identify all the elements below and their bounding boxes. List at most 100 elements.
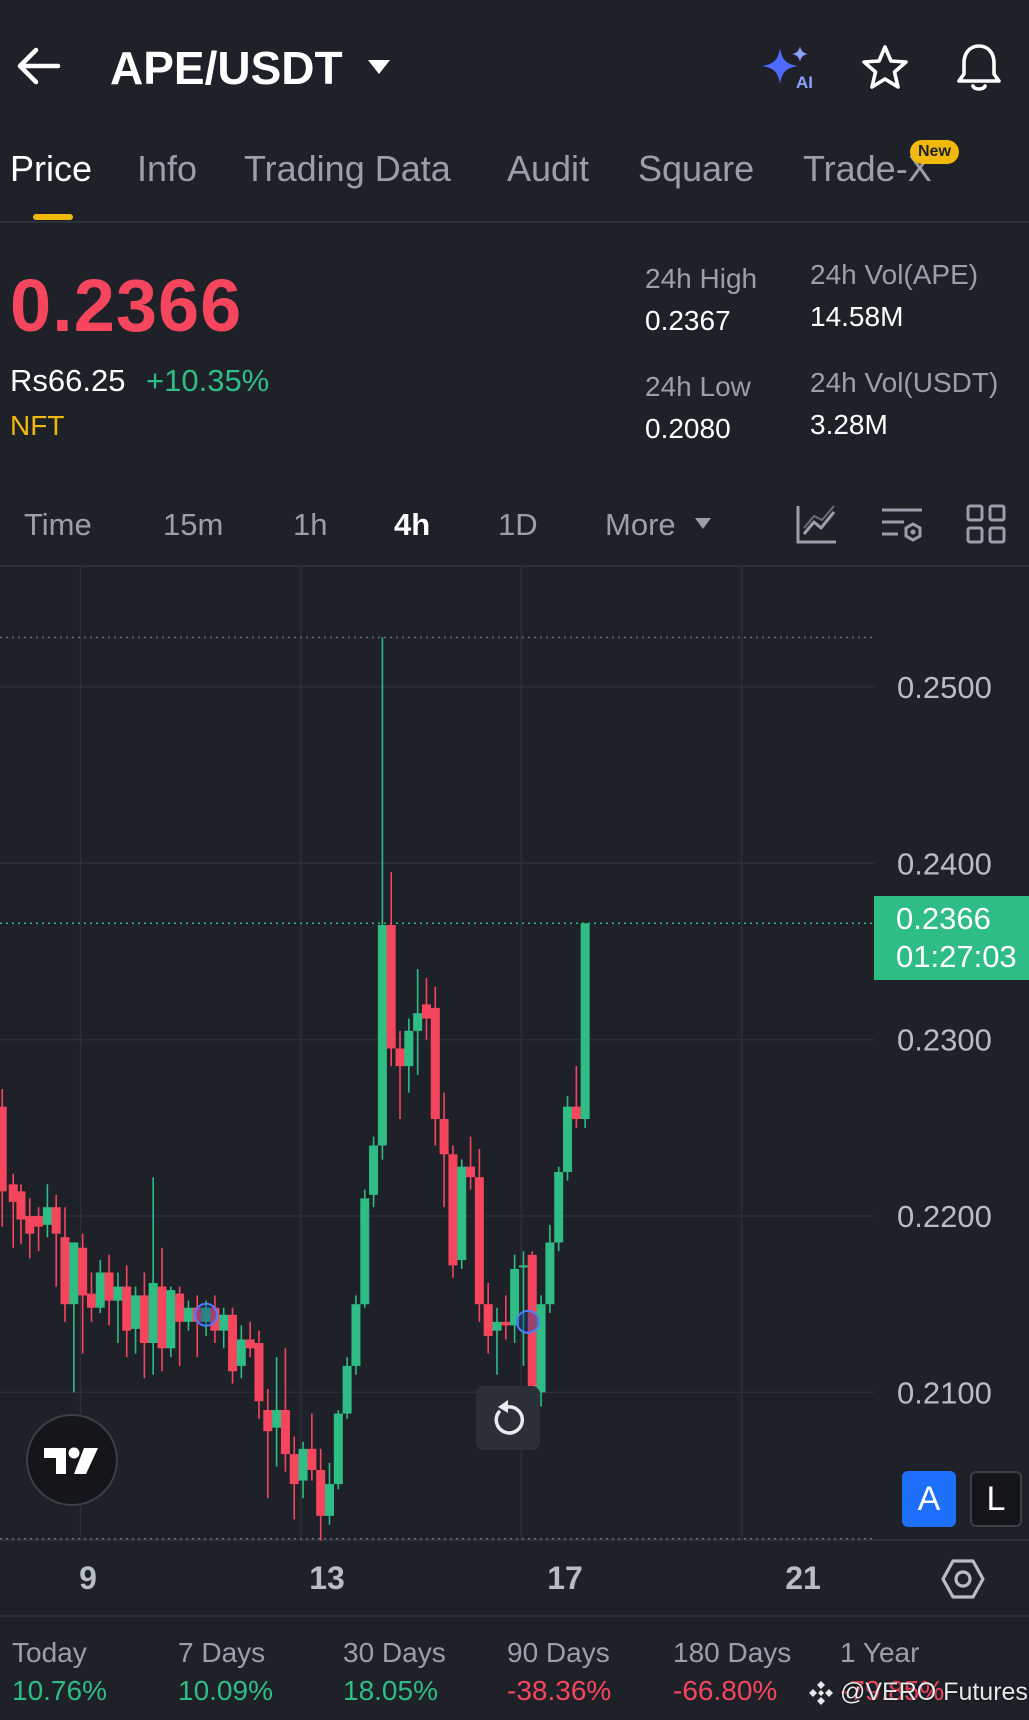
low-label: 24h Low [645,371,751,402]
trade-marker [194,1302,219,1327]
candle-body [166,1290,176,1349]
tradingview-logo[interactable] [26,1414,118,1506]
ai-label: AI [796,73,813,90]
candle-body [219,1314,229,1331]
candle-body [254,1343,264,1402]
y-tick-label: 0.2500 [897,670,992,705]
vol-ape-label: 24h Vol(APE) [810,259,979,290]
tabs-divider [0,221,1029,223]
candle-body [457,1166,467,1261]
bell-icon[interactable] [954,42,1004,94]
interval-1d[interactable]: 1D [498,506,538,544]
candle-body [0,1106,7,1192]
tab-trading-data[interactable]: Trading Data [244,148,451,190]
interval-1h[interactable]: 1h [293,506,327,544]
high-label: 24h High [645,263,758,294]
candle-body [131,1295,141,1329]
candle-body [307,1448,317,1470]
candle-body [42,1207,52,1225]
perf-value-7d: 10.09% [178,1675,273,1706]
vol-usdt-label: 24h Vol(USDT) [810,367,999,398]
candle-body [60,1237,70,1305]
candle-body [545,1242,555,1305]
settings-hexagon-icon[interactable] [940,1556,986,1602]
tab-info[interactable]: Info [137,148,197,190]
indicator-icon[interactable] [794,502,838,546]
trade-marker [515,1309,540,1334]
candle-body [245,1339,255,1349]
candle-body [324,1484,334,1516]
candle-body [25,1216,35,1234]
candle-body [316,1469,326,1516]
perf-label-today: Today [12,1637,87,1668]
candle-body [95,1272,105,1308]
candle-body [360,1198,370,1305]
watermark-logo-icon [809,1681,833,1705]
y-tick-label: 0.2300 [897,1023,992,1058]
candle-body [236,1339,246,1366]
candle-body [86,1293,96,1308]
candle-body [342,1365,352,1414]
candle-body [139,1295,149,1343]
candle-body [228,1314,238,1372]
candle-body [395,1048,405,1067]
vol-ape-value: 14.58M [810,301,904,332]
x-tick-label: 9 [79,1560,97,1596]
performance-divider [0,1615,1029,1617]
auto-scale-button[interactable]: A [902,1471,956,1527]
perf-value-180d: -66.80% [673,1675,778,1706]
perf-label-30d: 30 Days [343,1637,446,1668]
candle-body [474,1177,484,1305]
chart-settings-icon[interactable] [880,502,924,546]
candle-body [554,1171,564,1243]
candle-body [104,1272,114,1301]
caret-down-icon[interactable] [366,58,392,76]
candle-body [183,1307,193,1322]
ai-sparkle-icon[interactable]: AI [760,44,818,90]
candle-body [263,1410,273,1432]
y-tick-label: 0.2400 [897,846,992,881]
candle-countdown: 01:27:03 [896,939,1017,974]
tab-square[interactable]: Square [638,148,754,190]
log-scale-button[interactable]: L [970,1471,1022,1527]
tradingview-logo-icon [44,1447,98,1474]
last-price: 0.2366 [10,264,243,347]
interval-more[interactable]: More [605,506,676,544]
interval-15m[interactable]: 15m [163,506,223,544]
interval-time[interactable]: Time [24,506,92,544]
candle-body [404,1030,414,1067]
candle-body [122,1286,132,1331]
candle-body [518,1265,528,1268]
candle-body [69,1242,79,1305]
local-currency-price: Rs66.25 [10,363,126,398]
candle-body [448,1154,458,1266]
pair-title[interactable]: APE/USDT [110,40,343,96]
star-icon[interactable] [860,44,910,92]
y-tick-label: 0.2200 [897,1199,992,1234]
vol-usdt-value: 3.28M [810,409,888,440]
new-badge: New [910,140,959,164]
category-tag[interactable]: NFT [10,409,64,443]
more-caret-icon[interactable] [694,517,712,531]
back-arrow-icon[interactable] [14,44,64,88]
reset-chart-button[interactable] [476,1386,540,1450]
perf-value-30d: 18.05% [343,1675,438,1706]
candle-body [430,1007,440,1120]
price-change-percent: +10.35% [146,363,270,398]
x-tick-label: 21 [785,1560,821,1596]
active-tab-indicator [33,214,73,220]
candle-body [563,1106,573,1172]
interval-4h[interactable]: 4h [394,506,430,544]
candle-body [421,1004,431,1019]
candle-body [289,1454,299,1485]
current-price-label: 0.2366 [896,901,991,936]
perf-value-90d: -38.36% [507,1675,612,1706]
tab-price[interactable]: Price [10,148,92,190]
candle-body [148,1283,158,1343]
candle-body [8,1184,18,1202]
tab-audit[interactable]: Audit [507,148,589,190]
candle-body [377,925,387,1146]
perf-label-1y: 1 Year [840,1637,920,1668]
candle-body [157,1286,167,1349]
layout-grid-icon[interactable] [964,502,1008,546]
